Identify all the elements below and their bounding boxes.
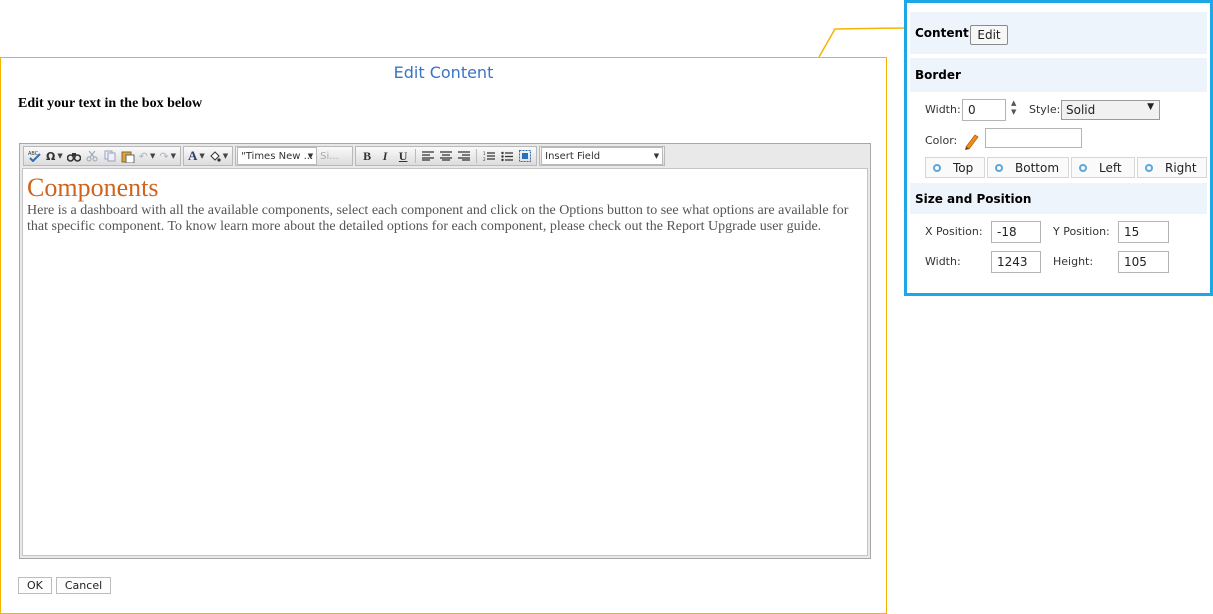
paste-icon[interactable]: [119, 148, 137, 164]
align-left-icon[interactable]: [419, 148, 437, 164]
size-position-section-header: Size and Position: [910, 183, 1207, 214]
svg-text:1: 1: [483, 151, 486, 156]
font-color-icon[interactable]: A ▼: [186, 148, 207, 164]
font-name-select[interactable]: "Times New ... ▼: [237, 147, 318, 165]
border-style-value: Solid: [1066, 103, 1096, 117]
insert-field-select[interactable]: Insert Field ▼: [541, 147, 664, 165]
redo-icon[interactable]: ↷ ▼: [157, 148, 178, 164]
edit-content-dialog: Edit Content Edit your text in the box b…: [0, 57, 887, 614]
spellcheck-icon[interactable]: ABC: [26, 148, 44, 164]
find-icon[interactable]: [65, 148, 83, 164]
toolbar-group-color: A ▼ ▼: [182, 146, 234, 166]
omega-icon[interactable]: Ω ▼: [44, 148, 65, 164]
side-bottom-radio[interactable]: Bottom: [987, 157, 1069, 178]
side-bottom-label: Bottom: [1015, 160, 1060, 175]
font-size-select[interactable]: Si...: [317, 147, 351, 165]
dialog-title: Edit Content: [393, 63, 494, 82]
instruction-text: Edit your text in the box below: [18, 96, 203, 111]
svg-text:2: 2: [483, 157, 486, 162]
size-height-label: Height:: [1053, 255, 1094, 268]
copy-icon[interactable]: [101, 148, 119, 164]
rich-text-editor: ABC Ω ▼ ↶ ▼ ↷ ▼ A ▼ ▼ "Times New ... ▼ S…: [19, 143, 871, 559]
border-section-header: Border: [910, 58, 1207, 92]
editor-toolbar: ABC Ω ▼ ↶ ▼ ↷ ▼ A ▼ ▼ "Times New ... ▼ S…: [21, 145, 869, 167]
dialog-buttons: OK Cancel: [18, 577, 112, 594]
underline-icon[interactable]: U: [394, 148, 412, 164]
y-position-input[interactable]: 15: [1118, 221, 1169, 243]
border-sides: Top Bottom Left Right: [925, 157, 1209, 178]
y-position-label: Y Position:: [1053, 225, 1110, 238]
size-height-input[interactable]: 105: [1118, 251, 1169, 273]
content-body: Here is a dashboard with all the availab…: [27, 203, 849, 234]
font-size-value: Si...: [320, 150, 339, 162]
italic-icon[interactable]: I: [376, 148, 394, 164]
border-style-select[interactable]: Solid ▼: [1061, 100, 1160, 120]
radio-dot-icon: [1145, 163, 1153, 172]
bold-icon[interactable]: B: [358, 148, 376, 164]
align-right-icon[interactable]: [455, 148, 473, 164]
border-style-label: Style:: [1029, 103, 1061, 116]
side-left-radio[interactable]: Left: [1071, 157, 1135, 178]
toolbar-group-font: "Times New ... ▼ Si...: [235, 146, 354, 166]
border-color-input[interactable]: [985, 128, 1082, 148]
cut-icon[interactable]: [83, 148, 101, 164]
radio-dot-icon: [933, 163, 941, 172]
size-width-input[interactable]: 1243: [991, 251, 1041, 273]
properties-panel: Content Edit Border Width: 0 ▲ ▼ Style: S…: [904, 0, 1213, 296]
edit-button[interactable]: Edit: [970, 25, 1008, 45]
content-label: Content: [915, 26, 969, 40]
side-top-radio[interactable]: Top: [925, 157, 985, 178]
toolbar-group-format: B I U 12: [355, 146, 538, 166]
ordered-list-icon[interactable]: 12: [480, 148, 498, 164]
omega-glyph: Ω: [46, 149, 56, 163]
border-width-input[interactable]: 0: [962, 99, 1006, 121]
x-position-label: X Position:: [925, 225, 983, 238]
insert-field-value: Insert Field: [545, 150, 601, 162]
size-position-label: Size and Position: [915, 191, 1032, 206]
side-right-radio[interactable]: Right: [1137, 157, 1207, 178]
unordered-list-icon[interactable]: [498, 148, 516, 164]
content-heading: Components: [27, 173, 159, 202]
cancel-button[interactable]: Cancel: [55, 577, 112, 594]
x-position-input[interactable]: -18: [991, 221, 1041, 243]
toolbar-group-edit: ABC Ω ▼ ↶ ▼ ↷ ▼: [23, 146, 181, 166]
radio-dot-icon: [1079, 163, 1087, 172]
align-center-icon[interactable]: [437, 148, 455, 164]
content-section-header: Content: [910, 12, 1207, 54]
side-left-label: Left: [1099, 160, 1122, 175]
font-color-glyph: A: [187, 148, 198, 163]
ok-button[interactable]: OK: [18, 577, 52, 594]
toolbar-group-insert: Insert Field ▼: [539, 146, 666, 166]
undo-icon[interactable]: ↶ ▼: [137, 148, 158, 164]
size-width-label: Width:: [925, 255, 961, 268]
border-label: Border: [915, 68, 961, 82]
pencil-icon[interactable]: [963, 132, 979, 150]
side-right-label: Right: [1165, 160, 1197, 175]
border-width-label: Width:: [925, 103, 961, 116]
side-top-label: Top: [953, 160, 974, 175]
editor-content-area[interactable]: Components Here is a dashboard with all …: [22, 168, 868, 556]
border-width-spinner[interactable]: ▲ ▼: [1011, 99, 1016, 117]
radio-dot-icon: [995, 163, 1003, 172]
border-color-label: Color:: [925, 134, 958, 147]
font-name-value: "Times New ...: [241, 150, 314, 162]
select-all-icon[interactable]: [516, 148, 534, 164]
highlight-icon[interactable]: ▼: [207, 148, 230, 164]
